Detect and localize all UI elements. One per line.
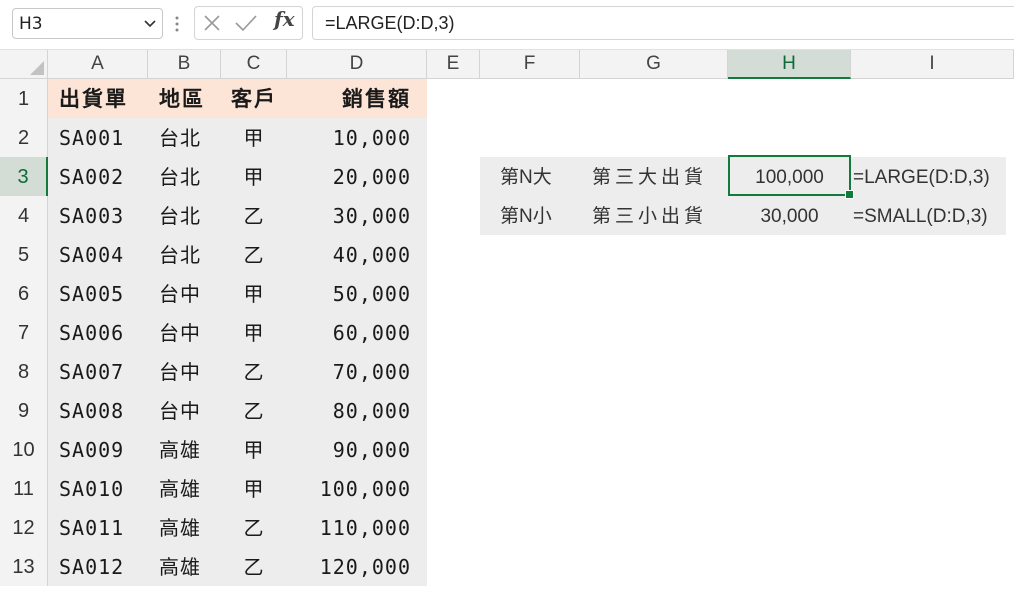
table-cell[interactable]: 高雄 bbox=[148, 469, 221, 508]
active-cell-h3[interactable] bbox=[728, 155, 854, 199]
column-header-e[interactable]: E bbox=[427, 50, 480, 79]
table-cell[interactable]: 台北 bbox=[148, 157, 221, 196]
table-cell[interactable]: SA006 bbox=[48, 313, 148, 352]
table-cell[interactable]: SA010 bbox=[48, 469, 148, 508]
worksheet-grid: ABCDEFGHI 1 2 3 4 5 6 7 8 9 10 11 12 13 出貨單 地區 客戶 銷售額 SA… bbox=[0, 50, 1014, 596]
table-cell[interactable]: SA003 bbox=[48, 196, 148, 235]
table-cell[interactable]: 80,000 bbox=[287, 391, 427, 430]
row-header-2[interactable]: 2 bbox=[0, 118, 48, 157]
table-cell[interactable]: 高雄 bbox=[148, 547, 221, 586]
table-cell[interactable]: 台北 bbox=[148, 118, 221, 157]
name-box[interactable]: H3 bbox=[12, 8, 163, 39]
table-cell[interactable]: 20,000 bbox=[287, 157, 427, 196]
row-header-1[interactable]: 1 bbox=[0, 79, 48, 118]
column-header-g[interactable]: G bbox=[580, 50, 728, 79]
table-cell[interactable]: 高雄 bbox=[148, 508, 221, 547]
table-cell[interactable]: 甲 bbox=[221, 430, 287, 469]
summary-label-cell[interactable]: 第N小 bbox=[480, 196, 580, 235]
table-cell[interactable]: 乙 bbox=[221, 235, 287, 274]
column-header-c[interactable]: C bbox=[221, 50, 287, 79]
summary-value-cell[interactable]: 30,000 bbox=[728, 196, 851, 235]
table-cell[interactable]: 30,000 bbox=[287, 196, 427, 235]
select-all-triangle-icon bbox=[30, 61, 44, 75]
table-cell[interactable]: SA011 bbox=[48, 508, 148, 547]
chevron-down-icon[interactable] bbox=[143, 18, 157, 30]
table-cell[interactable]: 甲 bbox=[221, 157, 287, 196]
table-header-cell[interactable]: 出貨單 bbox=[48, 79, 148, 118]
table-cell[interactable]: SA012 bbox=[48, 547, 148, 586]
table-cell[interactable]: 乙 bbox=[221, 547, 287, 586]
formula-bar-area: H3 fx =LARGE(D:D,3) bbox=[0, 0, 1014, 50]
table-cell[interactable]: SA008 bbox=[48, 391, 148, 430]
more-vertical-icon[interactable] bbox=[175, 14, 179, 34]
name-box-value: H3 bbox=[19, 14, 43, 34]
row-header-3[interactable]: 3 bbox=[0, 157, 48, 196]
table-cell[interactable]: 乙 bbox=[221, 391, 287, 430]
table-cell[interactable]: 台中 bbox=[148, 391, 221, 430]
formula-text: =LARGE(D:D,3) bbox=[325, 13, 455, 33]
table-cell[interactable]: 台北 bbox=[148, 196, 221, 235]
table-cell[interactable]: 甲 bbox=[221, 274, 287, 313]
row-header-8[interactable]: 8 bbox=[0, 352, 48, 391]
table-cell[interactable]: 甲 bbox=[221, 469, 287, 508]
row-header-5[interactable]: 5 bbox=[0, 235, 48, 274]
table-cell[interactable]: 60,000 bbox=[287, 313, 427, 352]
table-cell[interactable]: 70,000 bbox=[287, 352, 427, 391]
row-header-10[interactable]: 10 bbox=[0, 430, 48, 469]
table-cell[interactable]: SA002 bbox=[48, 157, 148, 196]
column-header-i[interactable]: I bbox=[851, 50, 1014, 79]
column-header-d[interactable]: D bbox=[287, 50, 427, 79]
close-icon[interactable] bbox=[202, 13, 222, 33]
table-cell[interactable]: 90,000 bbox=[287, 430, 427, 469]
column-header-f[interactable]: F bbox=[480, 50, 580, 79]
table-cell[interactable]: 乙 bbox=[221, 508, 287, 547]
column-header-a[interactable]: A bbox=[48, 50, 148, 79]
table-cell[interactable]: SA001 bbox=[48, 118, 148, 157]
fx-icon[interactable]: fx bbox=[274, 7, 300, 37]
table-cell[interactable]: 台中 bbox=[148, 274, 221, 313]
table-cell[interactable]: SA009 bbox=[48, 430, 148, 469]
check-icon[interactable] bbox=[234, 13, 258, 33]
summary-desc-cell[interactable]: 第三大出貨 bbox=[580, 157, 728, 196]
row-header-7[interactable]: 7 bbox=[0, 313, 48, 352]
summary-desc-cell[interactable]: 第三小出貨 bbox=[580, 196, 728, 235]
select-all-button[interactable] bbox=[0, 50, 48, 79]
table-cell[interactable]: 台中 bbox=[148, 352, 221, 391]
table-cell[interactable]: 高雄 bbox=[148, 430, 221, 469]
row-header-12[interactable]: 12 bbox=[0, 508, 48, 547]
row-header-4[interactable]: 4 bbox=[0, 196, 48, 235]
table-cell[interactable]: 台北 bbox=[148, 235, 221, 274]
table-cell[interactable]: SA005 bbox=[48, 274, 148, 313]
table-cell[interactable]: 110,000 bbox=[287, 508, 427, 547]
table-cell[interactable]: 40,000 bbox=[287, 235, 427, 274]
table-cell[interactable]: 台中 bbox=[148, 313, 221, 352]
table-header-cell[interactable]: 銷售額 bbox=[287, 79, 427, 118]
summary-formula-cell[interactable]: =LARGE(D:D,3) bbox=[851, 157, 1014, 196]
row-header-13[interactable]: 13 bbox=[0, 547, 48, 586]
column-header-b[interactable]: B bbox=[148, 50, 221, 79]
formula-input[interactable]: =LARGE(D:D,3) bbox=[312, 6, 1014, 40]
fill-handle[interactable] bbox=[845, 190, 854, 199]
row-header-6[interactable]: 6 bbox=[0, 274, 48, 313]
table-cell[interactable]: SA004 bbox=[48, 235, 148, 274]
table-cell[interactable]: 120,000 bbox=[287, 547, 427, 586]
table-header-cell[interactable]: 客戶 bbox=[221, 79, 287, 118]
table-cell[interactable]: 100,000 bbox=[287, 469, 427, 508]
table-cell[interactable]: 50,000 bbox=[287, 274, 427, 313]
table-header-cell[interactable]: 地區 bbox=[148, 79, 221, 118]
summary-label-cell[interactable]: 第N大 bbox=[480, 157, 580, 196]
summary-formula-cell[interactable]: =SMALL(D:D,3) bbox=[851, 196, 1014, 235]
table-cell[interactable]: 10,000 bbox=[287, 118, 427, 157]
table-cell[interactable]: 乙 bbox=[221, 196, 287, 235]
table-cell[interactable]: 甲 bbox=[221, 118, 287, 157]
column-header-h[interactable]: H bbox=[728, 50, 851, 79]
table-cell[interactable]: 甲 bbox=[221, 313, 287, 352]
row-header-11[interactable]: 11 bbox=[0, 469, 48, 508]
table-cell[interactable]: SA007 bbox=[48, 352, 148, 391]
table-cell[interactable]: 乙 bbox=[221, 352, 287, 391]
row-header-9[interactable]: 9 bbox=[0, 391, 48, 430]
